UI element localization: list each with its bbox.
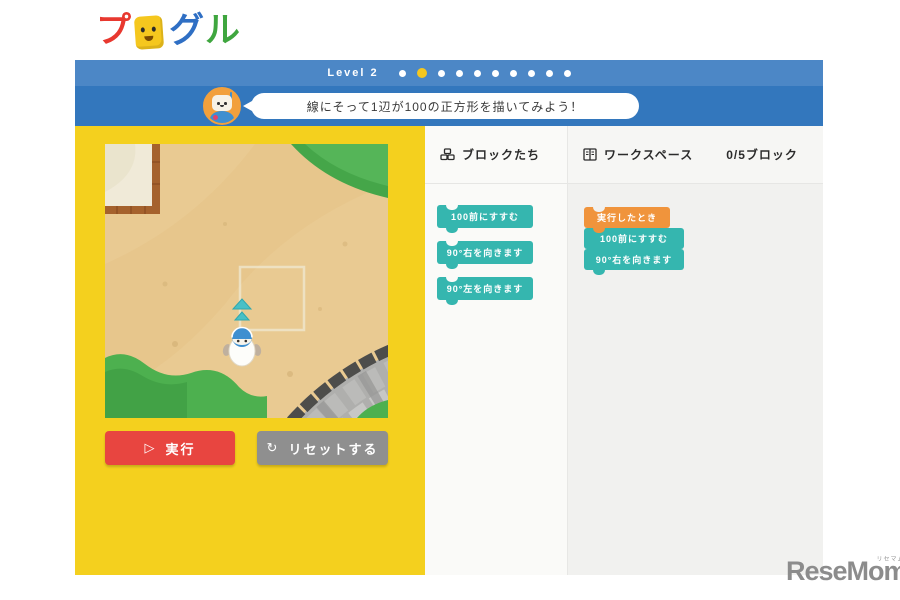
play-icon: ▷ xyxy=(144,440,157,455)
watermark-ruby: リセマム xyxy=(876,557,900,563)
palette-header: ブロックたち xyxy=(425,126,567,184)
level-dot-7 xyxy=(509,69,517,77)
building-corner xyxy=(105,144,160,214)
reset-icon: ↻ xyxy=(266,440,280,455)
run-button-label: 実行 xyxy=(165,441,196,457)
level-dot-8 xyxy=(527,69,535,77)
block-count: 0/5ブロック xyxy=(726,148,798,162)
level-dot-2 xyxy=(416,68,427,78)
game-scene xyxy=(105,144,388,418)
palette-block-2[interactable]: 90°右を向きます xyxy=(437,241,533,269)
level-dot-1 xyxy=(398,69,406,77)
workspace-icon xyxy=(583,148,597,161)
level-bar: Level 2 xyxy=(75,60,823,86)
reset-button-label: リセットする xyxy=(288,441,379,457)
palette-block-3[interactable]: 90°左を向きます xyxy=(437,277,533,305)
game-buttons: ▷ 実行 ↻ リセットする xyxy=(105,431,388,465)
instruction-bubble: 線にそって1辺が100の正方形を描いてみよう！ xyxy=(243,93,639,119)
workspace-panel: ワークスペース 0/5ブロック 実行したとき 100前にすすむ 90°右を向きます xyxy=(567,126,823,575)
resemom-watermark: リセマム ReseMom xyxy=(786,556,900,587)
level-progress-dots xyxy=(398,68,571,78)
logo-char-gu: グ xyxy=(169,10,206,50)
level-dot-10 xyxy=(563,69,571,77)
blocks-icon xyxy=(440,148,455,161)
workspace-block-stack: 実行したとき 100前にすすむ 90°右を向きます xyxy=(568,184,823,275)
workspace-header: ワークスペース 0/5ブロック xyxy=(568,126,823,184)
level-dot-5 xyxy=(473,69,481,77)
logo-char-pu: プ xyxy=(96,10,133,50)
app-logo: プ グ ル xyxy=(96,8,241,52)
reset-button[interactable]: ↻ リセットする xyxy=(257,431,388,465)
palette-block-1[interactable]: 100前にすすむ xyxy=(437,205,533,233)
level-dot-3 xyxy=(437,69,445,77)
mascot-avatar xyxy=(203,87,241,125)
palette-block-list: 100前にすすむ 90°右を向きます 90°左を向きます xyxy=(425,184,567,313)
instruction-text: 線にそって1辺が100の正方形を描いてみよう！ xyxy=(306,99,584,114)
app-window: Level 2 線にそって1辺が100の正方形を描いてみよう！ ▷ 実行 ↻ リ… xyxy=(75,60,823,575)
level-label: Level 2 xyxy=(327,67,379,79)
run-button[interactable]: ▷ 実行 xyxy=(105,431,235,465)
level-dot-6 xyxy=(491,69,499,77)
level-dot-4 xyxy=(455,69,463,77)
logo-block-face-icon xyxy=(133,14,165,50)
workspace-title: ワークスペース xyxy=(604,148,694,162)
game-panel: ▷ 実行 ↻ リセットする xyxy=(75,126,425,575)
block-palette-panel: ブロックたち 100前にすすむ 90°右を向きます 90°左を向きます xyxy=(425,126,567,575)
message-bar: 線にそって1辺が100の正方形を描いてみよう！ xyxy=(75,86,823,126)
workspace-block-1[interactable]: 実行したとき xyxy=(584,207,670,233)
logo-char-ru: ル xyxy=(205,10,242,50)
palette-title: ブロックたち xyxy=(462,148,541,162)
level-dot-9 xyxy=(545,69,553,77)
